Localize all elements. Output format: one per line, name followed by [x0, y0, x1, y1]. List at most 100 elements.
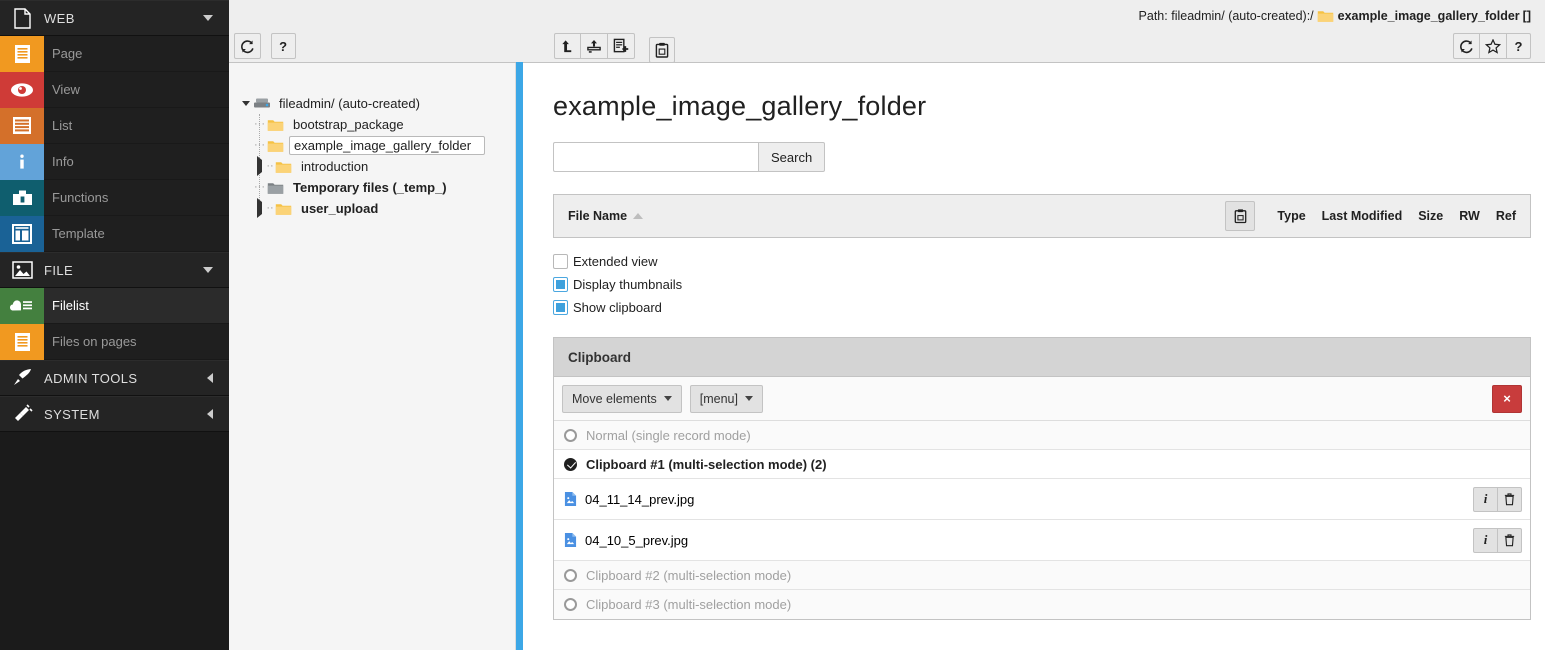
file-info-button[interactable]: i: [1473, 527, 1498, 553]
clipboard-menu-label: [menu]: [699, 391, 738, 406]
tree-guide: ···: [254, 118, 265, 130]
sidebar-item-list[interactable]: List: [0, 107, 229, 144]
radio-checked-icon[interactable]: [564, 457, 577, 471]
chevron-down-icon: [663, 396, 672, 401]
file-info-button[interactable]: i: [1473, 486, 1498, 512]
file-remove-button[interactable]: [1497, 486, 1522, 512]
sidebar-item-page[interactable]: Page: [0, 35, 229, 72]
sidebar-item-files-on-pages[interactable]: Files on pages: [0, 323, 229, 360]
column-header-rw[interactable]: RW: [1459, 209, 1480, 223]
filelist-content: example_image_gallery_folder Search File…: [523, 63, 1545, 650]
refresh-tree-button[interactable]: [234, 33, 261, 59]
right-toolbar: ?: [1453, 33, 1531, 59]
show-clipboard-checkbox[interactable]: [553, 300, 568, 315]
level-up-button[interactable]: [554, 33, 581, 59]
clipboard-pad-1[interactable]: Clipboard #1 (multi-selection mode) (2): [554, 450, 1530, 479]
tree-guide: ··: [266, 160, 274, 172]
sidebar-item-functions[interactable]: Functions: [0, 179, 229, 216]
sidebar-section-web[interactable]: WEB: [0, 0, 229, 36]
image-file-icon: [564, 491, 577, 507]
clipboard-item-row[interactable]: 04_11_14_prev.jpg i: [554, 479, 1530, 520]
header-columns: Type Last Modified Size RW Ref: [1225, 201, 1516, 231]
sidebar-item-filelist[interactable]: Filelist: [0, 287, 229, 324]
view-options: Extended view Display thumbnails Show cl…: [553, 250, 1531, 319]
clipboard-item-row[interactable]: 04_10_5_prev.jpg i: [554, 520, 1530, 561]
sidebar-item-label: Functions: [52, 190, 109, 205]
clipboard-menu-dropdown[interactable]: [menu]: [689, 384, 763, 413]
files-on-pages-icon: [0, 323, 44, 360]
clipboard-pad-normal[interactable]: Normal (single record mode): [554, 421, 1530, 450]
panel-resizer[interactable]: [516, 62, 523, 650]
path-current-folder: example_image_gallery_folder: [1337, 9, 1520, 23]
chevron-down-icon: [744, 396, 753, 401]
column-header-ref[interactable]: Ref: [1496, 209, 1516, 223]
chevron-left-icon: [207, 373, 213, 383]
option-display-thumbnails[interactable]: Display thumbnails: [553, 273, 1531, 296]
display-thumbnails-checkbox[interactable]: [553, 277, 568, 292]
sidebar-section-admin-tools[interactable]: ADMIN TOOLS: [0, 360, 229, 396]
option-show-clipboard[interactable]: Show clipboard: [553, 296, 1531, 319]
tree-toolbar: ?: [229, 0, 521, 63]
sidebar-item-label: View: [52, 82, 80, 97]
column-header-size[interactable]: Size: [1418, 209, 1443, 223]
chevron-right-icon[interactable]: [253, 156, 266, 176]
help-button[interactable]: ?: [1506, 33, 1531, 59]
search-input[interactable]: [553, 142, 758, 172]
upload-files-button[interactable]: [580, 33, 608, 59]
clipboard-pad-label: Clipboard #2 (multi-selection mode): [586, 567, 792, 583]
clipboard-icon[interactable]: [1225, 201, 1256, 231]
tree-help-button[interactable]: ?: [270, 33, 296, 59]
file-remove-button[interactable]: [1497, 527, 1522, 553]
sidebar-item-info[interactable]: Info: [0, 143, 229, 180]
filelist-table-header: File Name Type Last Modified Size RW Ref: [553, 194, 1531, 238]
option-label: Show clipboard: [573, 300, 662, 315]
tree-node-bootstrap-package[interactable]: ··· bootstrap_package: [239, 114, 515, 135]
chevron-right-icon[interactable]: [253, 198, 266, 218]
sidebar-section-system[interactable]: SYSTEM: [0, 396, 229, 432]
tree-guide: ···: [254, 181, 265, 193]
chevron-down-icon[interactable]: [239, 101, 252, 106]
path-breadcrumb: Path: fileadmin/ (auto-created):/ exampl…: [1139, 9, 1531, 26]
reload-button[interactable]: [1453, 33, 1480, 59]
list-icon: [0, 107, 44, 144]
sort-ascending-icon: [633, 213, 644, 219]
create-new-button[interactable]: [607, 33, 635, 59]
extended-view-checkbox[interactable]: [553, 254, 568, 269]
clipboard-pad-label: Normal (single record mode): [586, 427, 751, 443]
tree-node-temporary-files[interactable]: ··· Temporary files (_temp_): [239, 177, 515, 198]
column-header-type[interactable]: Type: [1277, 209, 1305, 223]
option-extended-view[interactable]: Extended view: [553, 250, 1531, 273]
sidebar-section-file[interactable]: FILE: [0, 252, 229, 288]
tree-node-user-upload[interactable]: ·· user_upload: [239, 198, 515, 219]
option-label: Extended view: [573, 254, 658, 269]
sidebar-item-view[interactable]: View: [0, 71, 229, 108]
radio-icon[interactable]: [564, 428, 577, 442]
tree-node-fileadmin[interactable]: fileadmin/ (auto-created): [239, 93, 515, 114]
tree-node-example-image-gallery-folder[interactable]: ··· example_image_gallery_folder: [239, 135, 515, 156]
radio-icon[interactable]: [564, 568, 577, 582]
item-button-group: i: [1473, 486, 1522, 512]
radio-icon[interactable]: [564, 598, 577, 611]
path-label: Path:: [1138, 9, 1168, 23]
path-storage: fileadmin/ (auto-created):/: [1171, 9, 1314, 23]
plug-icon: [0, 403, 44, 425]
column-header-file-name[interactable]: File Name: [568, 209, 644, 223]
storage-icon: [252, 96, 271, 111]
sidebar-item-label: Info: [52, 154, 74, 169]
clipboard-item-label: 04_10_5_prev.jpg: [585, 532, 689, 548]
clipboard-pad-2[interactable]: Clipboard #2 (multi-selection mode): [554, 561, 1530, 590]
bookmark-button[interactable]: [1479, 33, 1507, 59]
right-button-group: ?: [1453, 33, 1531, 59]
column-header-last-modified[interactable]: Last Modified: [1322, 209, 1403, 223]
sidebar-item-template[interactable]: Template: [0, 215, 229, 252]
clear-clipboard-button[interactable]: ×: [1492, 384, 1522, 413]
search-button[interactable]: Search: [758, 142, 826, 172]
clipboard-pad-3[interactable]: Clipboard #3 (multi-selection mode): [554, 590, 1530, 619]
move-elements-dropdown[interactable]: Move elements: [562, 384, 682, 413]
tree-node-introduction[interactable]: ·· introduction: [239, 156, 515, 177]
tree-node-label: fileadmin/ (auto-created): [279, 96, 420, 111]
image-icon: [0, 261, 44, 279]
file-action-group: [554, 33, 635, 59]
tree-node-label: user_upload: [301, 201, 379, 216]
paste-clipboard-button[interactable]: [648, 37, 675, 64]
